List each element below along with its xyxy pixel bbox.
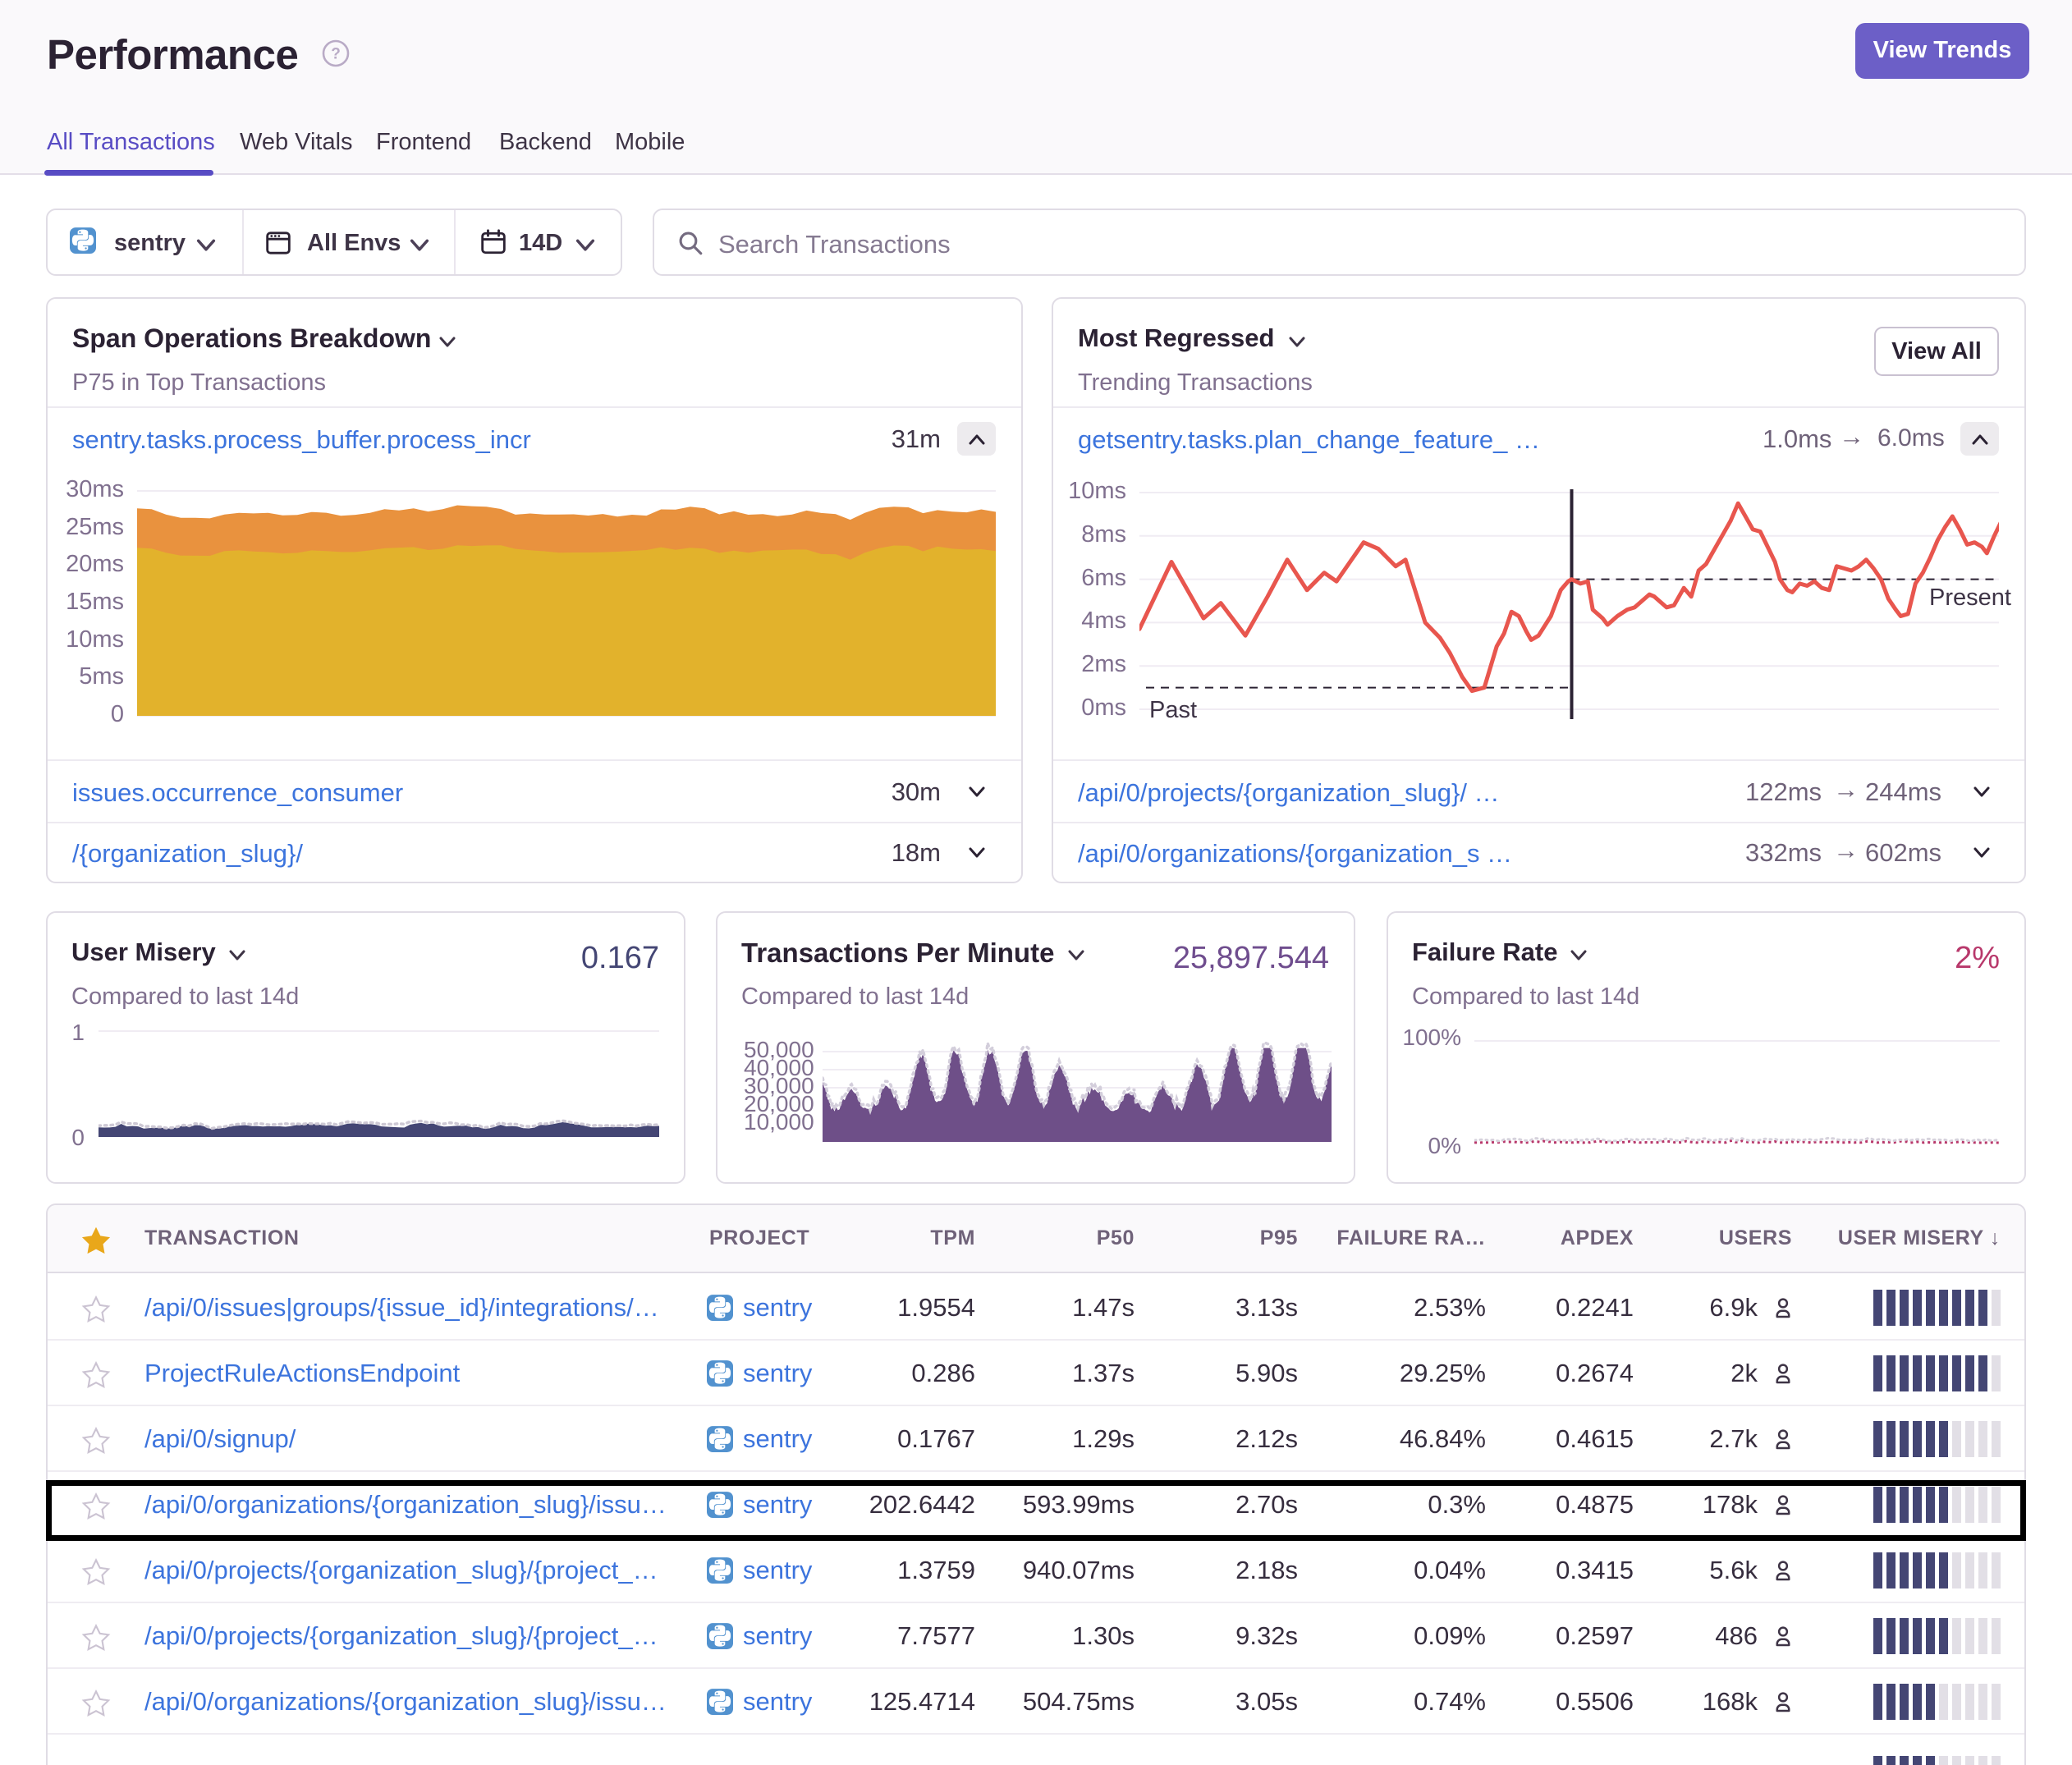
svg-text:?: ? <box>331 46 341 63</box>
